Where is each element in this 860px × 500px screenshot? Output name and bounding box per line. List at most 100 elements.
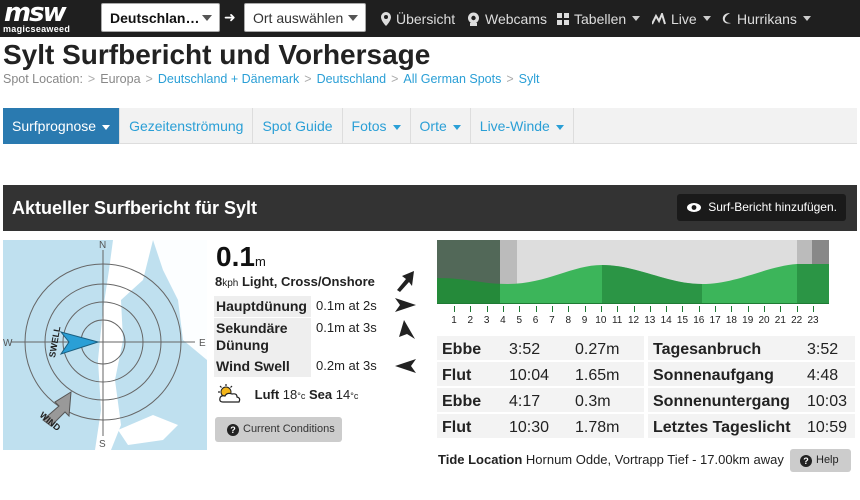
primary-swell-direction-icon (397, 271, 414, 292)
sun-row: Sonnenaufgang 4:48 (648, 362, 855, 386)
hour-tick (682, 306, 684, 312)
spot-select-value: Ort auswählen (253, 10, 344, 26)
hour-label: 17 (709, 315, 721, 326)
webcam-icon (468, 12, 479, 26)
breadcrumb-link[interactable]: Deutschland + Dänemark (158, 72, 299, 86)
tide-location-label: Tide Location (438, 452, 523, 467)
hour-tick (454, 306, 455, 312)
wave-height: 0.1m (216, 241, 266, 273)
chevron-down-icon (452, 124, 461, 130)
tide-row: Ebbe 4:17 0.3m (437, 388, 644, 412)
hour-tick (486, 306, 488, 312)
sun-event-time: 10:59 (807, 419, 848, 436)
breadcrumb-link[interactable]: Deutschland (317, 72, 387, 86)
tide-height: 0.3m (575, 393, 611, 410)
hour-tick (568, 306, 570, 312)
country-select[interactable]: Deutschlan… (101, 3, 220, 32)
sea-temp-label: Sea (309, 387, 333, 402)
hour-label: 4 (500, 315, 506, 326)
chevron-down-icon (202, 15, 212, 21)
hour-tick (633, 306, 635, 312)
grid-icon (557, 12, 569, 25)
spot-select[interactable]: Ort auswählen (244, 3, 366, 32)
secondary-swell-arrow-icon (399, 320, 415, 339)
breadcrumb-prefix: Spot Location: (3, 72, 83, 86)
compass-east-label: E (199, 338, 206, 349)
hour-tick (649, 306, 651, 312)
sun-row: Letztes Tageslicht 10:59 (648, 414, 855, 438)
surf-report-header: Aktueller Surfbericht für Sylt Surf-Beri… (3, 185, 857, 231)
add-surf-report-button[interactable]: Surf-Bericht hinzufügen. (676, 194, 846, 221)
tab-orte[interactable]: Orte (411, 108, 471, 144)
sun-event-label: Tagesanbruch (653, 341, 762, 358)
hour-tick (698, 306, 700, 312)
hour-label: 23 (807, 315, 819, 326)
country-select-value: Deutschlan… (110, 10, 200, 26)
air-temp-label: Luft (254, 387, 280, 402)
sun-event-time: 4:48 (807, 367, 839, 384)
add-surf-report-label: Surf-Bericht hinzufügen. (708, 200, 837, 214)
tab-label: Live-Winde (479, 118, 550, 134)
tide-row: Ebbe 3:52 0.27m (437, 336, 644, 360)
breadcrumb-link[interactable]: Sylt (519, 72, 540, 86)
nav-webcams[interactable]: Webcams (467, 0, 547, 37)
spot-compass-map: N S W E SWELL WIND (3, 240, 207, 450)
help-button-label: Help (816, 454, 839, 466)
hour-label: 7 (549, 315, 555, 326)
breadcrumb-link[interactable]: All German Spots (403, 72, 501, 86)
help-button[interactable]: ? Help (790, 449, 851, 472)
tide-chart (437, 240, 829, 304)
swell-row-secondary: Sekundäre Dünung 0.1m at 3s (214, 318, 414, 356)
tide-time: 10:30 (509, 419, 550, 436)
arrow-right-icon: ➜ (224, 9, 236, 25)
map-marker-icon (381, 11, 391, 26)
tab-surfprognose[interactable]: Surfprognose (3, 108, 121, 144)
tab-label: Fotos (351, 118, 387, 134)
nav-hurricanes-label: Hurrikans (737, 10, 797, 27)
hour-tick (813, 306, 814, 312)
hour-tick (764, 306, 766, 312)
nav-overview[interactable]: Übersicht (381, 0, 455, 37)
hour-label: 12 (627, 315, 640, 326)
hour-tick (780, 306, 782, 312)
tide-type: Flut (442, 419, 472, 436)
sun-event-time: 3:52 (807, 341, 839, 358)
sun-row: Tagesanbruch 3:52 (648, 336, 855, 360)
hour-tick (535, 306, 537, 312)
compass-south-label: S (99, 439, 106, 450)
swell-label: Hauptdünung (214, 296, 311, 317)
sea-temp-value: 14 (335, 387, 351, 402)
tab-label: Spot Guide (262, 118, 333, 134)
sun-event-time: 10:03 (807, 393, 848, 410)
nav-live[interactable]: Live (652, 0, 711, 37)
hour-tick (747, 306, 749, 312)
compass-north-label: N (99, 240, 106, 251)
nav-tables-label: Tabellen (574, 10, 627, 27)
logo-wordmark: magicseaweed (3, 24, 71, 34)
wind-summary: 8kph Light, Cross/Onshore (215, 274, 375, 289)
current-conditions-label: Current Conditions (243, 423, 335, 435)
tide-time: 10:04 (509, 367, 550, 384)
chevron-down-icon (802, 16, 811, 21)
current-conditions-button[interactable]: ? Current Conditions (215, 417, 342, 442)
breadcrumb-item: Europa (100, 72, 141, 86)
hour-label: 6 (532, 315, 539, 326)
tab-spot-guide[interactable]: Spot Guide (253, 108, 343, 144)
surf-report-title: Aktueller Surfbericht für Sylt (12, 198, 258, 218)
site-logo[interactable]: msw magicseaweed (2, 0, 94, 34)
top-navigation-bar: msw magicseaweed Deutschlan… ➜ Ort auswä… (0, 0, 860, 37)
nav-tables[interactable]: Tabellen (557, 0, 641, 37)
tab-fotos[interactable]: Fotos (343, 108, 411, 144)
tab-live-winde[interactable]: Live-Winde (471, 108, 574, 144)
tide-height: 1.65m (575, 367, 620, 384)
wind-description: Light, Cross/Onshore (241, 274, 375, 289)
swell-row-wind: Wind Swell 0.2m at 3s (214, 356, 414, 377)
wind-unit: kph (222, 278, 239, 289)
hour-label: 13 (644, 315, 656, 326)
tide-type: Ebbe (442, 393, 482, 410)
temperatures: Luft 18°c Sea 14°c (215, 384, 358, 404)
nav-webcams-label: Webcams (485, 10, 547, 27)
tab-gezeitenstroemung[interactable]: Gezeitenströmung (120, 108, 254, 144)
nav-overview-label: Übersicht (396, 10, 456, 27)
nav-hurricanes[interactable]: Hurrikans (721, 0, 811, 37)
